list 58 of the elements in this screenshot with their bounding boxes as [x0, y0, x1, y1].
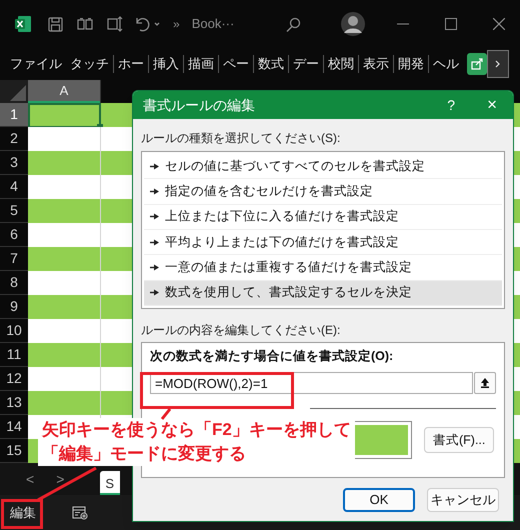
share-icon	[471, 58, 483, 70]
help-button[interactable]: ?	[443, 94, 460, 116]
avatar-icon[interactable]	[341, 12, 366, 36]
upload-arrow-icon	[480, 378, 490, 388]
ribbon-tab[interactable]: 校閲	[324, 54, 358, 74]
book-icon[interactable]	[77, 18, 93, 30]
highlight-overlay	[1, 499, 43, 529]
overflow-button[interactable]: »	[173, 15, 180, 33]
arrow-icon	[150, 289, 159, 296]
rule-type-item[interactable]: 数式を使用して、書式設定するセルを決定	[144, 280, 502, 306]
excel-logo-icon	[15, 16, 31, 32]
ribbon-tab[interactable]: ファイル	[6, 54, 66, 74]
rule-edit-label: ルールの内容を編集してください(E):	[141, 322, 342, 339]
chevron-right-icon	[495, 60, 501, 68]
close-button[interactable]: ×	[485, 92, 499, 118]
ribbon-tab[interactable]: ヘル	[429, 54, 463, 74]
ribbon-tab[interactable]: デー	[289, 54, 323, 74]
rule-type-label: ルールの種類を選択してください(S):	[141, 130, 342, 147]
ribbon-tab[interactable]: 表示	[359, 54, 393, 74]
arrow-icon	[150, 213, 159, 220]
undo-icon[interactable]	[135, 16, 161, 32]
leader-line	[160, 408, 172, 420]
save-icon[interactable]	[48, 16, 63, 32]
ribbon-tab[interactable]: 挿入	[149, 54, 183, 74]
close-icon[interactable]	[493, 18, 506, 30]
collapse-dialog-button[interactable]	[474, 372, 496, 394]
dialog-title: 書式ルールの編集	[143, 96, 255, 114]
arrow-icon	[150, 238, 159, 246]
ribbon-tab[interactable]: 開発	[394, 54, 428, 74]
sheet-tab[interactable]: S	[100, 471, 120, 495]
row-header[interactable]: 1	[0, 103, 28, 127]
cancel-button[interactable]: キャンセル	[427, 488, 499, 512]
ribbon-tab[interactable]: 描画	[184, 54, 218, 74]
arrow-icon	[150, 162, 159, 170]
ribbon-tab[interactable]: タッチ	[66, 54, 113, 74]
macro-record-icon[interactable]	[72, 506, 88, 520]
arrow-icon	[150, 264, 159, 271]
formula-label: 次の数式を満たす場合に値を書式設定(O):	[150, 349, 394, 364]
ribbon-tab[interactable]: ホー	[114, 54, 148, 74]
ribbon-tab[interactable]: ペー	[219, 54, 253, 74]
column-header[interactable]: A	[28, 80, 100, 103]
callout-text: 「編集」モードに変更する	[42, 443, 247, 465]
ok-button[interactable]: OK	[343, 488, 415, 512]
ribbon-scroll-button[interactable]	[487, 50, 509, 78]
search-icon[interactable]	[286, 16, 302, 32]
arrow-icon	[150, 188, 159, 195]
maximize-icon[interactable]	[445, 18, 458, 30]
share-button[interactable]	[467, 53, 487, 75]
document-title: Book···	[192, 15, 234, 34]
callout-text: 矢印キーを使うなら「F2」キーを押して	[42, 419, 351, 441]
leader-line	[36, 467, 98, 501]
previous-sheet-button[interactable]: <	[26, 468, 34, 490]
ribbon-tab[interactable]: 数式	[254, 54, 288, 74]
format-button[interactable]: 書式(F)...	[424, 427, 494, 453]
next-sheet-button[interactable]: >	[56, 468, 64, 490]
touch-mode-icon[interactable]	[107, 16, 123, 32]
rule-type-item[interactable]: 上位または下位に入る値だけを書式設定	[144, 204, 502, 230]
status-mode: 編集	[10, 504, 36, 522]
